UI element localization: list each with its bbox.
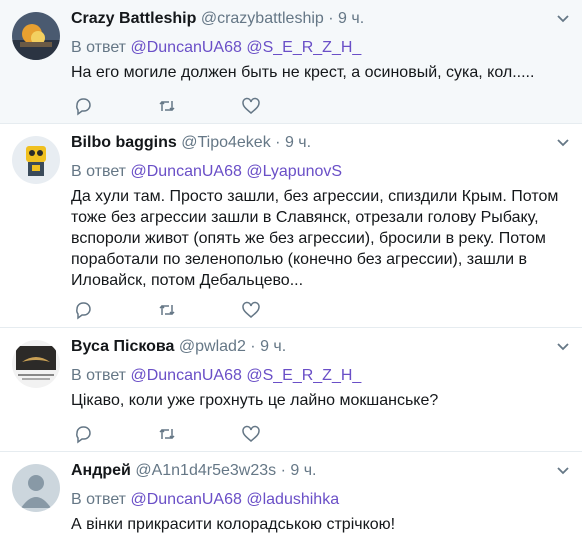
tweet-text: А вінки прикрасити колорадською стрічкою…: [71, 516, 396, 533]
chevron-down-icon[interactable]: [556, 136, 570, 150]
display-name[interactable]: Андрей: [71, 462, 131, 479]
tweet-actions: [71, 424, 371, 444]
display-name[interactable]: Crazy Battleship: [71, 10, 196, 27]
battleship-photo-avatar[interactable]: [12, 12, 60, 60]
like-heart-icon[interactable]: [241, 300, 261, 320]
mention-link[interactable]: @DuncanUA68: [130, 163, 241, 180]
tweet[interactable]: Crazy Battleship @crazybattleship · 9 ч.…: [0, 0, 582, 124]
chevron-down-icon[interactable]: [556, 340, 570, 354]
reply-prefix: В ответ: [71, 39, 127, 56]
user-handle[interactable]: @pwlad2: [179, 338, 246, 355]
default-user-avatar[interactable]: [12, 464, 60, 512]
mention-link[interactable]: @LyapunovS: [246, 163, 342, 180]
mention-link[interactable]: @ladushihka: [246, 491, 339, 508]
mustache-photo-avatar[interactable]: [12, 340, 60, 388]
reply-icon[interactable]: [73, 424, 93, 444]
mention-link[interactable]: @S_E_R_Z_H_: [246, 367, 361, 384]
reply-icon[interactable]: [73, 96, 93, 116]
tweet-header: Андрей @A1n1d4r5e3w23s · 9 ч.: [71, 460, 316, 482]
reply-context: В ответ @DuncanUA68 @LyapunovS: [71, 161, 342, 183]
tweet[interactable]: Вуса Піскова @pwlad2 · 9 ч. В ответ @Dun…: [0, 328, 582, 452]
reply-context: В ответ @DuncanUA68 @S_E_R_Z_H_: [71, 37, 361, 59]
chevron-down-icon[interactable]: [556, 464, 570, 478]
user-handle[interactable]: @crazybattleship: [201, 10, 324, 27]
user-handle[interactable]: @Tipo4ekek: [181, 134, 270, 151]
reply-prefix: В ответ: [71, 163, 127, 180]
separator-dot: ·: [250, 338, 256, 355]
reply-context: В ответ @DuncanUA68 @S_E_R_Z_H_: [71, 365, 361, 387]
display-name[interactable]: Вуса Піскова: [71, 338, 174, 355]
tweet-actions: [71, 96, 371, 116]
reply-prefix: В ответ: [71, 367, 127, 384]
tweet-text: Цікаво, коли уже грохнуть це лайно мокша…: [71, 392, 439, 409]
timestamp[interactable]: 9 ч.: [260, 338, 286, 355]
display-name[interactable]: Bilbo baggins: [71, 134, 177, 151]
reply-prefix: В ответ: [71, 491, 127, 508]
mention-link[interactable]: @DuncanUA68: [130, 491, 241, 508]
like-heart-icon[interactable]: [241, 424, 261, 444]
mention-link[interactable]: @DuncanUA68: [130, 39, 241, 56]
separator-dot: ·: [275, 134, 281, 151]
tweet[interactable]: Bilbo baggins @Tipo4ekek · 9 ч. В ответ …: [0, 124, 582, 328]
like-heart-icon[interactable]: [241, 96, 261, 116]
tweet-text: Да хули там. Просто зашли, без агрессии,…: [71, 188, 559, 289]
robot-avatar[interactable]: [12, 136, 60, 184]
tweet-actions: [71, 300, 371, 320]
mention-link[interactable]: @DuncanUA68: [130, 367, 241, 384]
reply-context: В ответ @DuncanUA68 @ladushihka: [71, 489, 339, 511]
separator-dot: ·: [280, 462, 286, 479]
timestamp[interactable]: 9 ч.: [290, 462, 316, 479]
reply-icon[interactable]: [73, 300, 93, 320]
timestamp[interactable]: 9 ч.: [338, 10, 364, 27]
timestamp[interactable]: 9 ч.: [285, 134, 311, 151]
chevron-down-icon[interactable]: [556, 12, 570, 26]
retweet-icon[interactable]: [157, 300, 177, 320]
retweet-icon[interactable]: [157, 424, 177, 444]
tweet-text: На его могиле должен быть не крест, а ос…: [71, 64, 535, 81]
retweet-icon[interactable]: [157, 96, 177, 116]
tweet-feed: Crazy Battleship @crazybattleship · 9 ч.…: [0, 0, 582, 544]
tweet-header: Вуса Піскова @pwlad2 · 9 ч.: [71, 336, 286, 358]
mention-link[interactable]: @S_E_R_Z_H_: [246, 39, 361, 56]
user-handle[interactable]: @A1n1d4r5e3w23s: [135, 462, 276, 479]
tweet-header: Crazy Battleship @crazybattleship · 9 ч.: [71, 8, 364, 30]
tweet-header: Bilbo baggins @Tipo4ekek · 9 ч.: [71, 132, 311, 154]
tweet[interactable]: Андрей @A1n1d4r5e3w23s · 9 ч. В ответ @D…: [0, 452, 582, 544]
separator-dot: ·: [328, 10, 334, 27]
